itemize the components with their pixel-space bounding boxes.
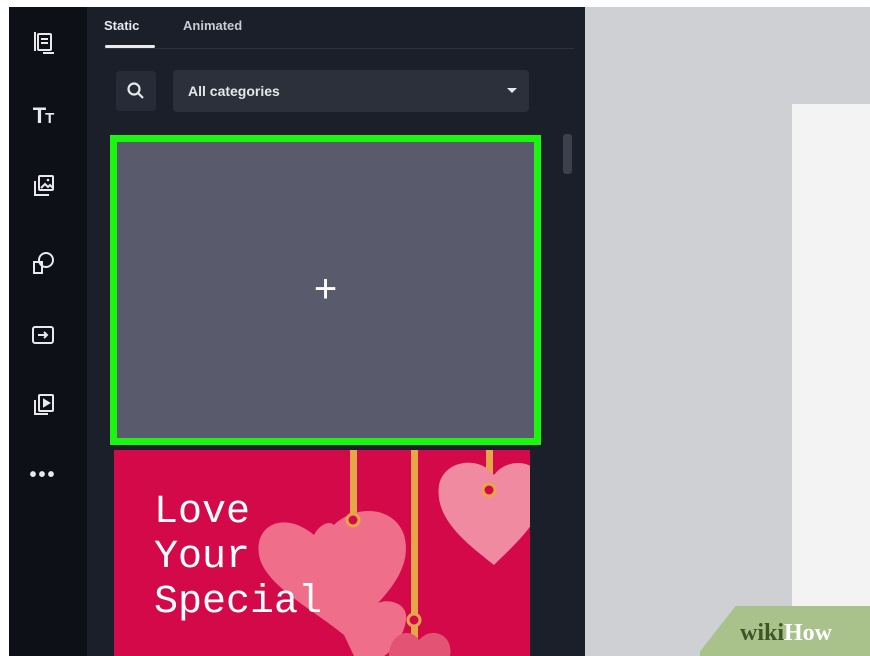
uploads-button[interactable] <box>27 319 59 351</box>
photos-icon <box>34 175 54 196</box>
create-blank-button[interactable]: + <box>110 135 541 445</box>
search-button[interactable] <box>116 71 156 111</box>
template-headline: Love Your Special <box>154 490 323 625</box>
tab-static[interactable]: Static <box>104 18 139 33</box>
more-icon: ••• <box>29 464 57 486</box>
templates-panel: Static Animated All categories + Love Yo… <box>87 7 585 656</box>
side-rail: TT ••• <box>9 7 87 656</box>
design-canvas-page[interactable] <box>792 104 870 656</box>
videos-button[interactable] <box>27 389 59 421</box>
tab-animated[interactable]: Animated <box>183 18 242 33</box>
template-thumbnail[interactable]: Love Your Special <box>114 450 530 656</box>
chevron-down-icon <box>507 88 517 93</box>
category-select-value: All categories <box>188 83 280 99</box>
elements-button[interactable] <box>27 247 59 279</box>
text-icon: TT <box>32 103 55 128</box>
text-button[interactable]: TT <box>27 100 59 132</box>
scrollbar[interactable] <box>563 134 572 174</box>
category-select[interactable]: All categories <box>173 70 529 112</box>
app-window: TT ••• Static Animated All categories + … <box>9 7 870 656</box>
watermark: wikiHow <box>700 606 870 656</box>
search-icon <box>127 82 144 99</box>
plus-icon: + <box>313 267 338 312</box>
tab-divider <box>104 48 574 49</box>
more-button[interactable]: ••• <box>27 459 59 491</box>
videos-icon <box>34 394 54 415</box>
photos-button[interactable] <box>27 170 59 202</box>
watermark-text: wikiHow <box>740 620 833 646</box>
uploads-icon <box>32 326 54 344</box>
templates-button[interactable] <box>27 26 59 58</box>
templates-icon <box>34 32 54 54</box>
elements-icon <box>33 252 54 274</box>
